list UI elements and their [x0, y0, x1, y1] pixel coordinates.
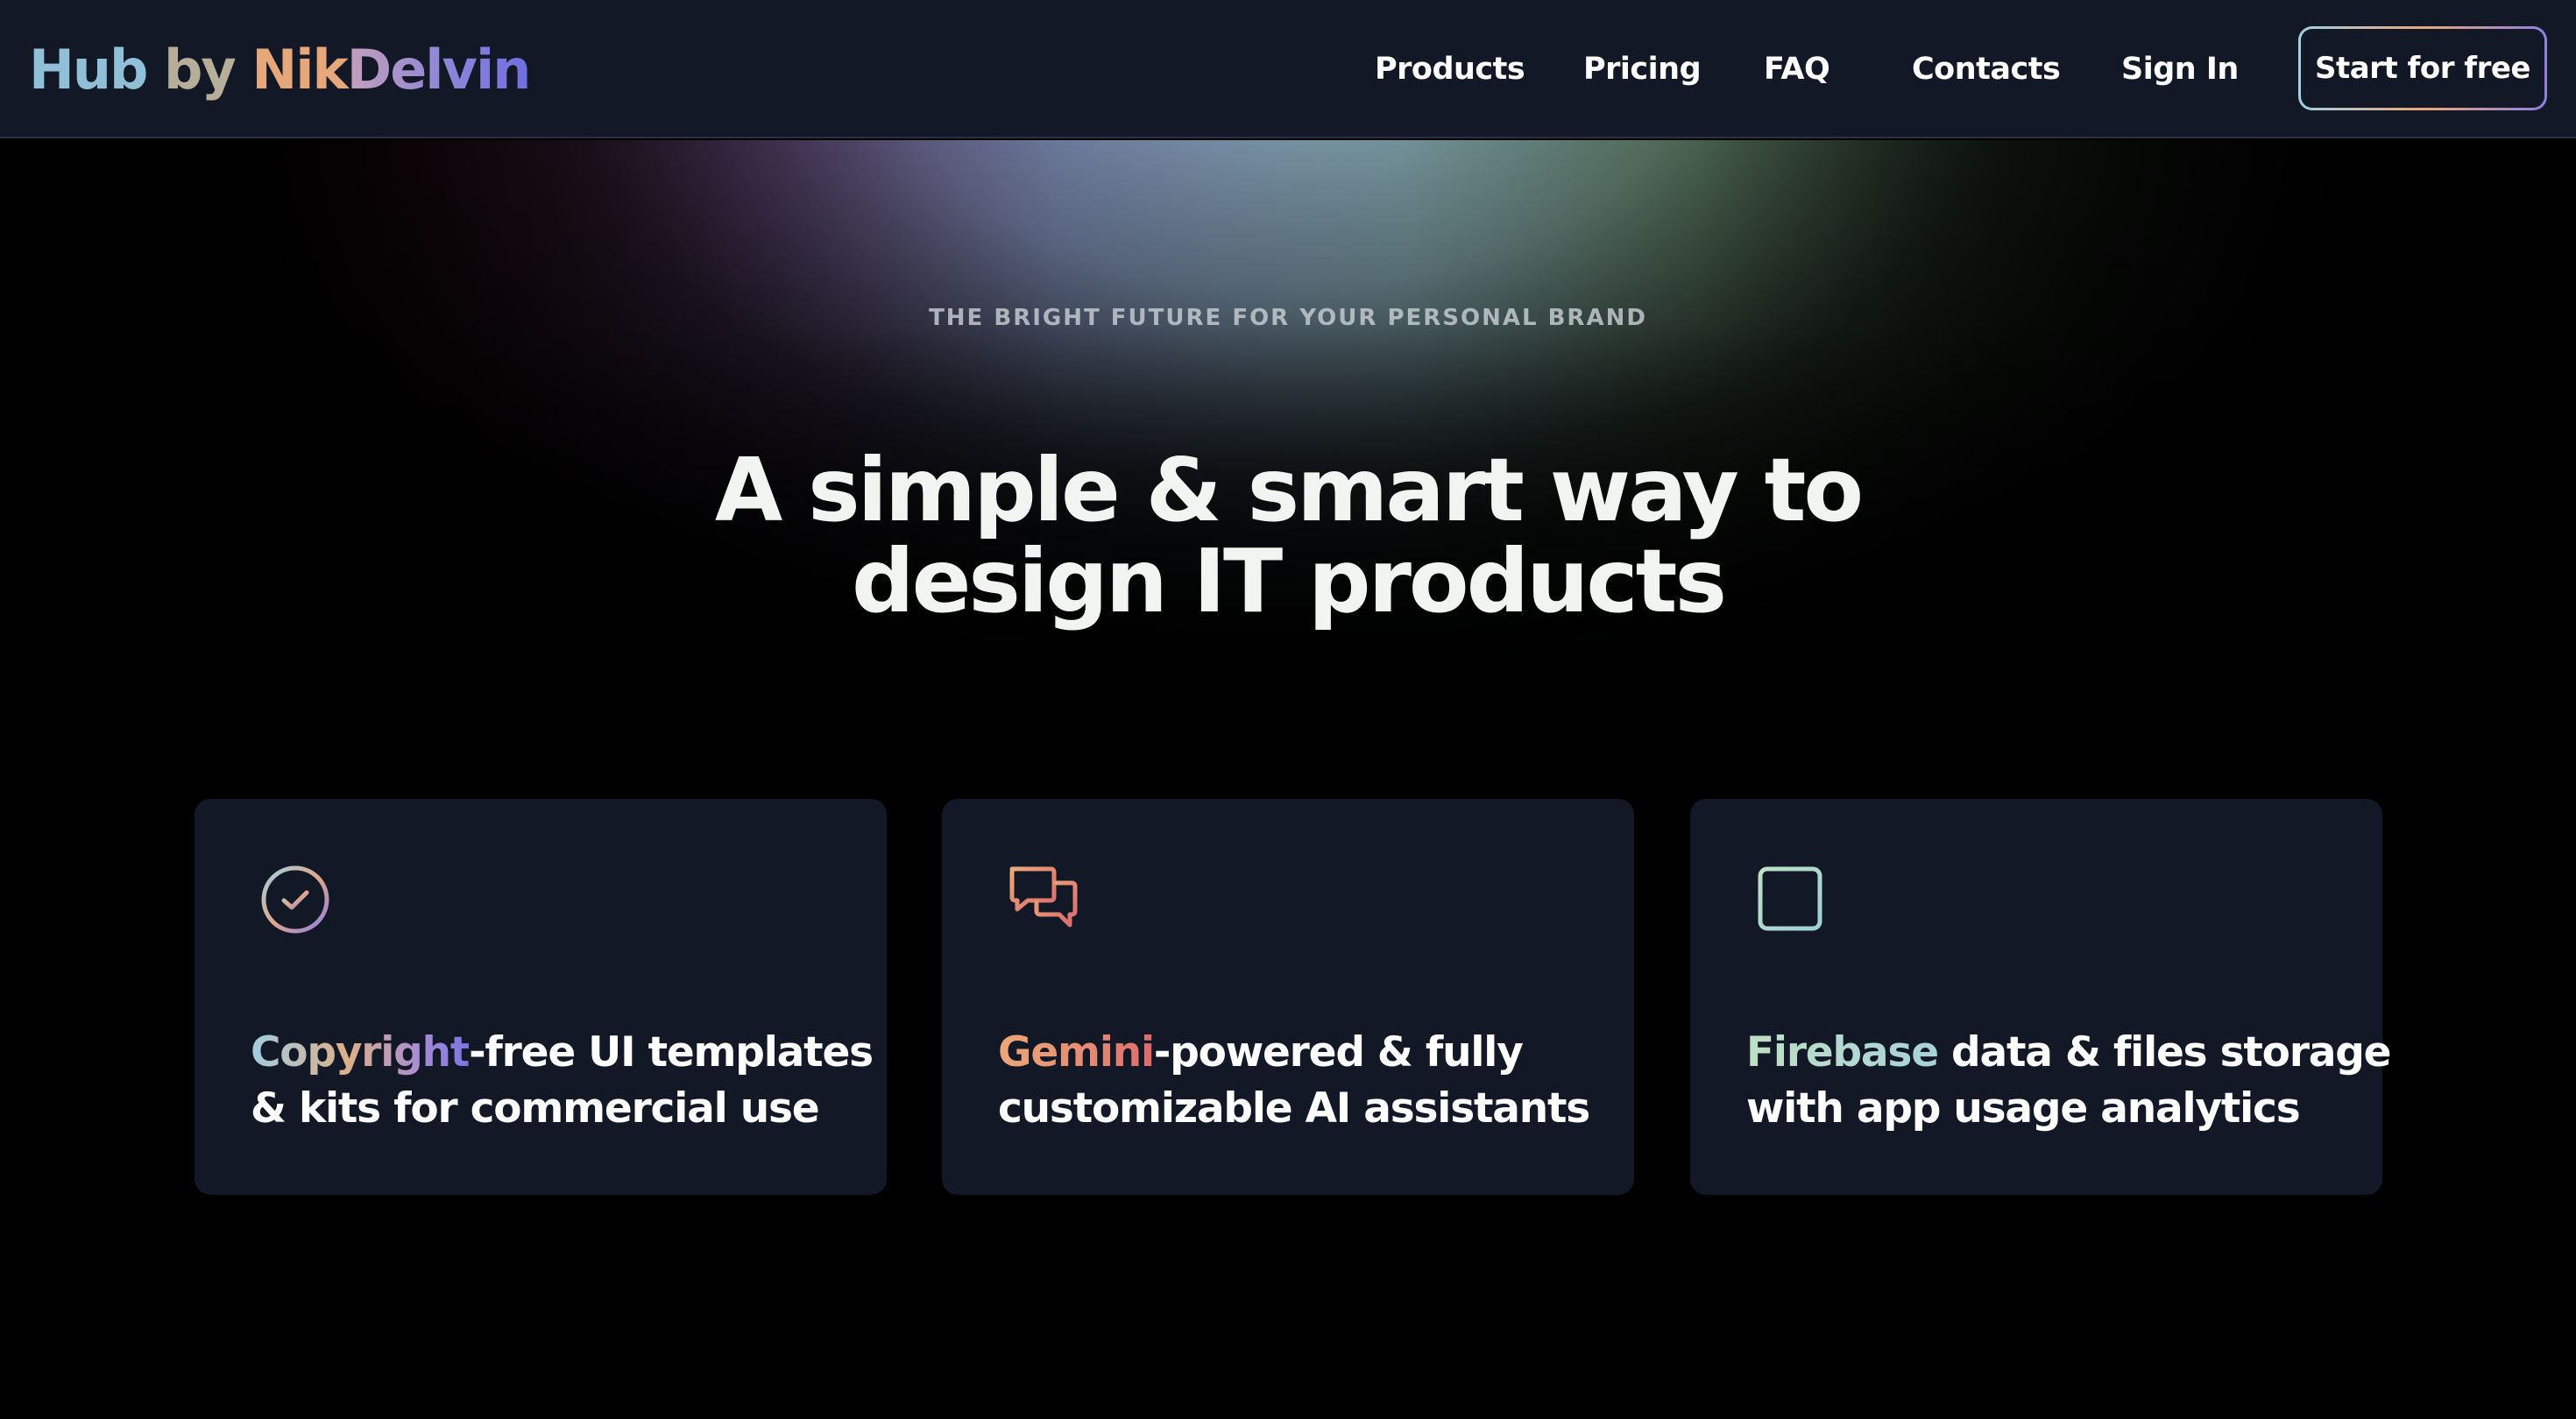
feature-line-1-rest: -free UI templates: [469, 1028, 874, 1077]
feature-card-storage: Firebase data & files storage with app u…: [1690, 799, 2392, 1195]
feature-highlight: Gemini: [998, 1028, 1155, 1077]
check-circle-icon: [258, 862, 333, 937]
logo[interactable]: Hub by NikDelvin: [29, 35, 532, 105]
feature-card-ai-assistants: Gemini-powered & fully customizable AI a…: [942, 799, 1634, 1195]
feature-card-templates: Copyright-free UI templates & kits for c…: [195, 799, 887, 1195]
feature-highlight: Copyright: [251, 1028, 470, 1077]
feature-line-1-rest: -powered & fully: [1153, 1028, 1524, 1077]
feature-card-text: Copyright-free UI templates & kits for c…: [251, 1025, 874, 1137]
nav-faq-link[interactable]: FAQ: [1764, 44, 1830, 95]
start-for-free-label: Start for free: [2301, 29, 2544, 108]
nav-sign-in-link[interactable]: Sign In: [2121, 44, 2239, 95]
hero-headline-line-1: A simple & smart way to: [714, 439, 1864, 541]
logo-delvin-text: Delvin: [346, 38, 532, 102]
logo-by-text: by: [164, 38, 237, 102]
top-navigation-bar: Hub by NikDelvin Products Pricing FAQ Co…: [0, 0, 2576, 138]
chat-bubbles-icon: [1005, 862, 1080, 937]
nav-pricing-link[interactable]: Pricing: [1583, 44, 1702, 95]
hero-eyebrow: THE BRIGHT FUTURE FOR YOUR PERSONAL BRAN…: [929, 305, 1647, 331]
nav-products-link[interactable]: Products: [1375, 44, 1525, 95]
feature-line-1-rest: data & files storage: [1937, 1028, 2391, 1077]
feature-line-2: & kits for commercial use: [251, 1084, 820, 1133]
start-for-free-button[interactable]: Start for free: [2298, 26, 2547, 110]
bar-chart-icon: [1753, 862, 1829, 937]
feature-line-2: customizable AI assistants: [998, 1084, 1590, 1133]
feature-highlight: Firebase: [1746, 1028, 1939, 1077]
feature-line-2: with app usage analytics: [1746, 1084, 2301, 1133]
hero-headline: A simple & smart way to design IT produc…: [0, 445, 2576, 627]
hero-headline-line-2: design IT products: [852, 530, 1727, 632]
feature-card-text: Gemini-powered & fully customizable AI a…: [998, 1025, 1611, 1137]
nav-contacts-link[interactable]: Contacts: [1912, 44, 2061, 95]
logo-hub-text: Hub: [29, 38, 148, 102]
logo-nik-text: Nik: [251, 38, 348, 102]
feature-card-text: Firebase data & files storage with app u…: [1746, 1025, 2392, 1137]
